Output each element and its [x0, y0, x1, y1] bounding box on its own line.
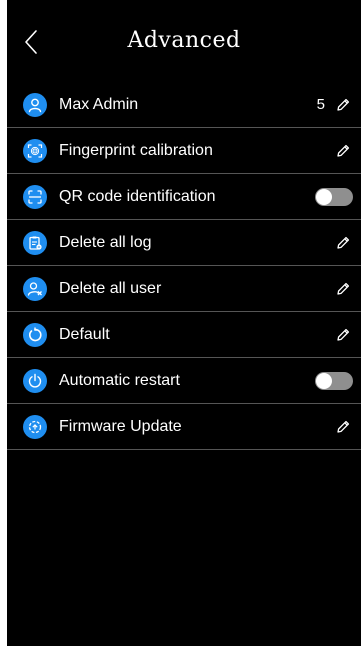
reset-icon — [23, 323, 47, 347]
settings-list: Max Admin 5 Fingerprint calibration QR c… — [7, 82, 361, 450]
user-remove-icon — [23, 277, 47, 301]
setting-label: Automatic restart — [59, 372, 180, 389]
qr-code-toggle[interactable] — [315, 188, 353, 206]
power-icon — [23, 369, 47, 393]
firmware-update-icon — [23, 415, 47, 439]
setting-label: Firmware Update — [59, 418, 182, 435]
setting-label: Delete all user — [59, 280, 162, 297]
user-icon — [23, 93, 47, 117]
pencil-icon[interactable] — [335, 419, 351, 435]
setting-qr-code-identification[interactable]: QR code identification — [7, 174, 361, 220]
pencil-icon[interactable] — [335, 281, 351, 297]
setting-max-admin[interactable]: Max Admin 5 — [7, 82, 361, 128]
toggle-knob — [316, 373, 332, 389]
setting-delete-all-user[interactable]: Delete all user — [7, 266, 361, 312]
toggle-knob — [316, 189, 332, 205]
setting-firmware-update[interactable]: Firmware Update — [7, 404, 361, 450]
setting-label: Fingerprint calibration — [59, 142, 213, 159]
pencil-icon[interactable] — [335, 327, 351, 343]
setting-default[interactable]: Default — [7, 312, 361, 358]
max-admin-value: 5 — [316, 96, 325, 113]
header-bar: Advanced — [7, 0, 361, 82]
clipboard-icon — [23, 231, 47, 255]
pencil-icon[interactable] — [335, 143, 351, 159]
automatic-restart-toggle[interactable] — [315, 372, 353, 390]
pencil-icon[interactable] — [335, 235, 351, 251]
fingerprint-icon — [23, 139, 47, 163]
page-title: Advanced — [127, 28, 241, 53]
setting-label: Delete all log — [59, 234, 152, 251]
qr-scan-icon — [23, 185, 47, 209]
advanced-screen: Advanced Max Admin 5 Fingerprint calibra… — [7, 0, 361, 646]
setting-label: Default — [59, 326, 110, 343]
setting-label: QR code identification — [59, 188, 216, 205]
pencil-icon[interactable] — [335, 97, 351, 113]
setting-automatic-restart[interactable]: Automatic restart — [7, 358, 361, 404]
setting-label: Max Admin — [59, 96, 139, 113]
setting-fingerprint-calibration[interactable]: Fingerprint calibration — [7, 128, 361, 174]
setting-delete-all-log[interactable]: Delete all log — [7, 220, 361, 266]
